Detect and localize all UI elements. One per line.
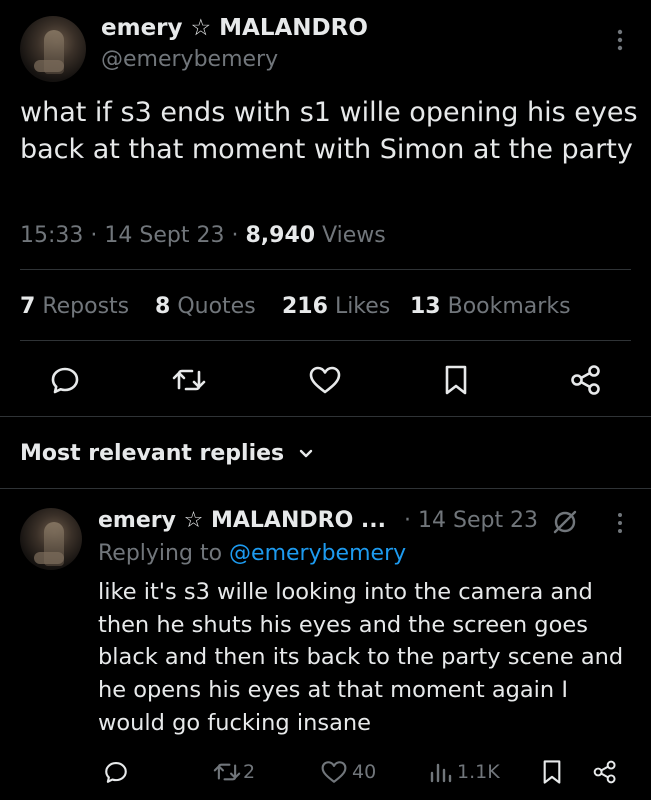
views-label: Views [322,223,386,248]
divider [0,488,651,489]
reply-author-avatar[interactable] [20,508,82,570]
slashed-circle-icon[interactable] [550,507,580,537]
reply-text: like it's s3 wille looking into the came… [98,579,624,736]
reply-reply-icon[interactable] [103,759,129,785]
author-avatar[interactable] [20,16,86,82]
replying-to-prefix: Replying to [98,541,223,566]
tweet-text: what if s3 ends with s1 wille opening hi… [20,97,638,165]
bookmark-icon[interactable] [443,364,469,396]
tweet-meta: 15:33 · 14 Sept 23 · 8,940 Views [20,223,386,248]
replies-sort-dropdown[interactable]: Most relevant replies [20,441,314,466]
divider [0,416,651,417]
reply-author-name[interactable]: emery ☆ MALANDRO ... [98,508,386,533]
views-icon[interactable] [428,759,454,785]
reply-views-count: 1.1K [457,761,500,783]
divider [20,269,631,270]
reply-date[interactable]: · 14 Sept 23 [404,508,538,533]
author-handle[interactable]: @emerybemery [101,47,278,72]
quotes-label: Quotes [177,294,256,319]
quotes-count: 8 [155,294,171,319]
reply-bookmark-icon[interactable] [541,759,563,785]
reply-retweet-icon[interactable] [211,759,243,785]
bookmarks-count: 13 [410,294,441,319]
author-name[interactable]: emery ☆ MALANDRO [101,15,368,41]
reply-retweet-count: 2 [243,761,256,783]
heart-icon[interactable] [308,364,342,396]
reposts-stat[interactable]: 7 Reposts [20,294,129,319]
reply-share-icon[interactable] [592,759,618,785]
replying-to: Replying to @emerybemery [98,541,406,566]
likes-stat[interactable]: 216 Likes [282,294,390,319]
retweet-icon[interactable] [170,364,208,396]
divider [20,340,631,341]
likes-label: Likes [334,294,391,319]
share-icon[interactable] [569,364,603,396]
reply-more-vertical-icon[interactable] [612,512,628,534]
chevron-down-icon [298,448,314,460]
reposts-count: 7 [20,294,36,319]
views-count: 8,940 [245,223,316,248]
tweet-date[interactable]: 14 Sept 23 [104,223,224,248]
tweet-time[interactable]: 15:33 [20,223,83,248]
reply-heart-icon[interactable] [320,759,348,785]
replying-to-handle[interactable]: @emerybemery [229,541,406,566]
reply-icon[interactable] [49,364,81,396]
reply-like-count: 40 [352,761,377,783]
quotes-stat[interactable]: 8 Quotes [155,294,256,319]
replies-sort-label: Most relevant replies [20,441,285,466]
bookmarks-label: Bookmarks [447,294,571,319]
likes-count: 216 [282,294,328,319]
bookmarks-stat[interactable]: 13 Bookmarks [410,294,571,319]
more-vertical-icon[interactable] [611,28,629,52]
reposts-label: Reposts [42,294,130,319]
